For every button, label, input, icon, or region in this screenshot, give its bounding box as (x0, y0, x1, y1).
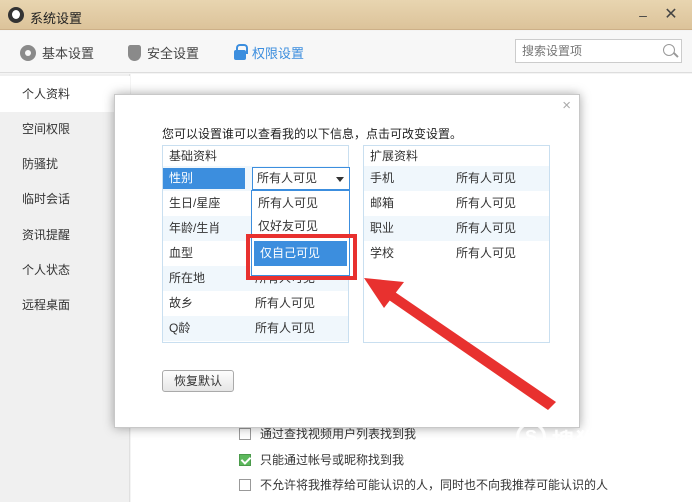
option-everyone[interactable]: 所有人可见 (252, 191, 349, 216)
watermark: S 搜狗指南 zhinan.sogou.com (516, 418, 686, 469)
watermark-logo-icon: S (516, 422, 546, 452)
highlight-frame (246, 234, 357, 280)
watermark-url: zhinan.sogou.com (520, 458, 618, 469)
watermark-brand: 搜狗指南 (552, 429, 649, 454)
arrow-shaft (386, 290, 556, 410)
